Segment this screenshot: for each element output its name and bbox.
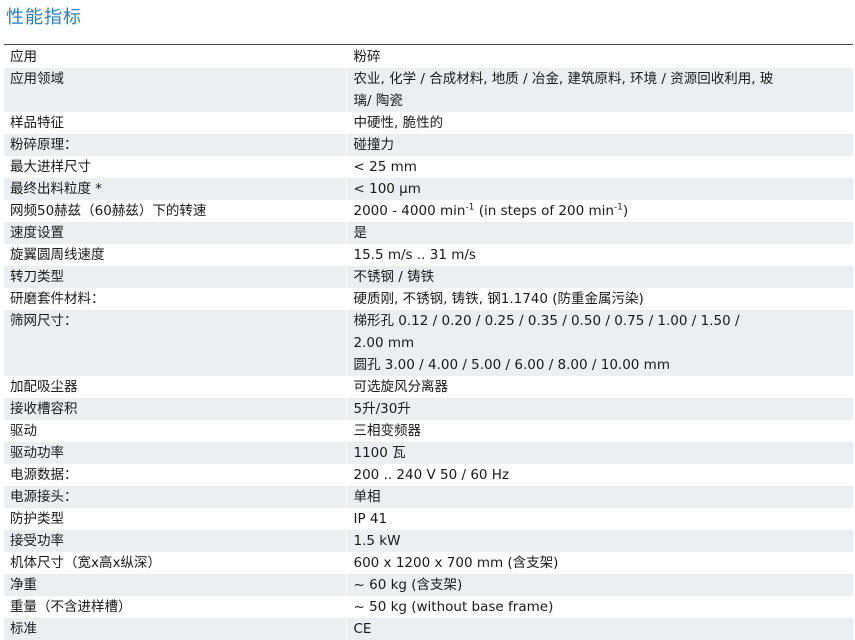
row-value: 粉碎 [345, 46, 853, 68]
row-value: 5升/30升 [345, 398, 853, 420]
row-label: 电源数据： [4, 464, 346, 486]
row-value: 硬质刚, 不锈钢, 铸铁, 钢1.1740 (防重金属污染) [345, 288, 853, 310]
spec-table: 应用 粉碎 应用领域 农业, 化学 / 合成材料, 地质 / 冶金, 建筑原料,… [4, 46, 853, 640]
table-row: 应用 粉碎 [4, 46, 853, 68]
page-title: 性能指标 [6, 7, 82, 28]
table-row: 转刀类型 不锈钢 / 铸铁 [4, 266, 853, 288]
table-row: 旋翼圆周线速度 15.5 m/s .. 31 m/s [4, 244, 853, 266]
row-value: 是 [345, 222, 853, 244]
row-value: 200 .. 240 V 50 / 60 Hz [345, 464, 853, 486]
row-value: 中硬性, 脆性的 [345, 112, 853, 134]
table-row: 应用领域 农业, 化学 / 合成材料, 地质 / 冶金, 建筑原料, 环境 / … [4, 68, 853, 112]
row-value: < 100 µm [345, 178, 853, 200]
row-label: 防护类型 [4, 508, 346, 530]
row-label: 重量（不含进样槽） [4, 596, 346, 618]
table-row: 电源接头： 单相 [4, 486, 853, 508]
table-row: 速度设置 是 [4, 222, 853, 244]
row-value: 单相 [345, 486, 853, 508]
table-row: 网频50赫兹（60赫兹）下的转速 2000 - 4000 min-1 (in s… [4, 200, 853, 222]
row-value: CE [345, 618, 853, 640]
row-value: 600 x 1200 x 700 mm (含支架) [345, 552, 853, 574]
table-row: 接收槽容积 5升/30升 [4, 398, 853, 420]
row-value: 农业, 化学 / 合成材料, 地质 / 冶金, 建筑原料, 环境 / 资源回收利… [345, 68, 853, 112]
table-row: 粉碎原理： 碰撞力 [4, 134, 853, 156]
row-value: 梯形孔 0.12 / 0.20 / 0.25 / 0.35 / 0.50 / 0… [345, 310, 853, 376]
table-row: 驱动功率 1100 瓦 [4, 442, 853, 464]
table-row: 接受功率 1.5 kW [4, 530, 853, 552]
row-label: 电源接头： [4, 486, 346, 508]
row-label: 最大进样尺寸 [4, 156, 346, 178]
row-label: 旋翼圆周线速度 [4, 244, 346, 266]
row-label: 加配吸尘器 [4, 376, 346, 398]
table-row: 样品特征 中硬性, 脆性的 [4, 112, 853, 134]
row-value: ~ 60 kg (含支架) [345, 574, 853, 596]
table-row: 标准 CE [4, 618, 853, 640]
table-row: 加配吸尘器 可选旋风分离器 [4, 376, 853, 398]
row-label: 粉碎原理： [4, 134, 346, 156]
row-value: 碰撞力 [345, 134, 853, 156]
row-value: 三相变频器 [345, 420, 853, 442]
table-row: 最大进样尺寸 < 25 mm [4, 156, 853, 178]
table-row: 研磨套件材料： 硬质刚, 不锈钢, 铸铁, 钢1.1740 (防重金属污染) [4, 288, 853, 310]
row-label: 应用领域 [4, 68, 346, 112]
table-row: 电源数据： 200 .. 240 V 50 / 60 Hz [4, 464, 853, 486]
row-value: 1.5 kW [345, 530, 853, 552]
table-row: 重量（不含进样槽） ~ 50 kg (without base frame) [4, 596, 853, 618]
row-value: 可选旋风分离器 [345, 376, 853, 398]
row-label: 驱动功率 [4, 442, 346, 464]
row-value: 15.5 m/s .. 31 m/s [345, 244, 853, 266]
table-row: 驱动 三相变频器 [4, 420, 853, 442]
row-value: < 25 mm [345, 156, 853, 178]
row-value: IP 41 [345, 508, 853, 530]
row-value: 2000 - 4000 min-1 (in steps of 200 min-1… [345, 200, 853, 222]
row-label: 机体尺寸（宽x高x纵深） [4, 552, 346, 574]
row-label: 净重 [4, 574, 346, 596]
table-row: 防护类型 IP 41 [4, 508, 853, 530]
table-row: 净重 ~ 60 kg (含支架) [4, 574, 853, 596]
row-label: 筛网尺寸： [4, 310, 346, 376]
row-value: ~ 50 kg (without base frame) [345, 596, 853, 618]
row-label: 接收槽容积 [4, 398, 346, 420]
row-value: 不锈钢 / 铸铁 [345, 266, 853, 288]
title-divider [4, 44, 853, 45]
table-row: 最终出料粒度 * < 100 µm [4, 178, 853, 200]
row-label: 样品特征 [4, 112, 346, 134]
row-label: 速度设置 [4, 222, 346, 244]
row-value: 1100 瓦 [345, 442, 853, 464]
row-label: 最终出料粒度 * [4, 178, 346, 200]
row-label: 驱动 [4, 420, 346, 442]
row-label: 网频50赫兹（60赫兹）下的转速 [4, 200, 346, 222]
row-label: 转刀类型 [4, 266, 346, 288]
row-label: 研磨套件材料： [4, 288, 346, 310]
row-label: 标准 [4, 618, 346, 640]
table-row: 机体尺寸（宽x高x纵深） 600 x 1200 x 700 mm (含支架) [4, 552, 853, 574]
row-label: 应用 [4, 46, 346, 68]
table-row: 筛网尺寸： 梯形孔 0.12 / 0.20 / 0.25 / 0.35 / 0.… [4, 310, 853, 376]
row-label: 接受功率 [4, 530, 346, 552]
